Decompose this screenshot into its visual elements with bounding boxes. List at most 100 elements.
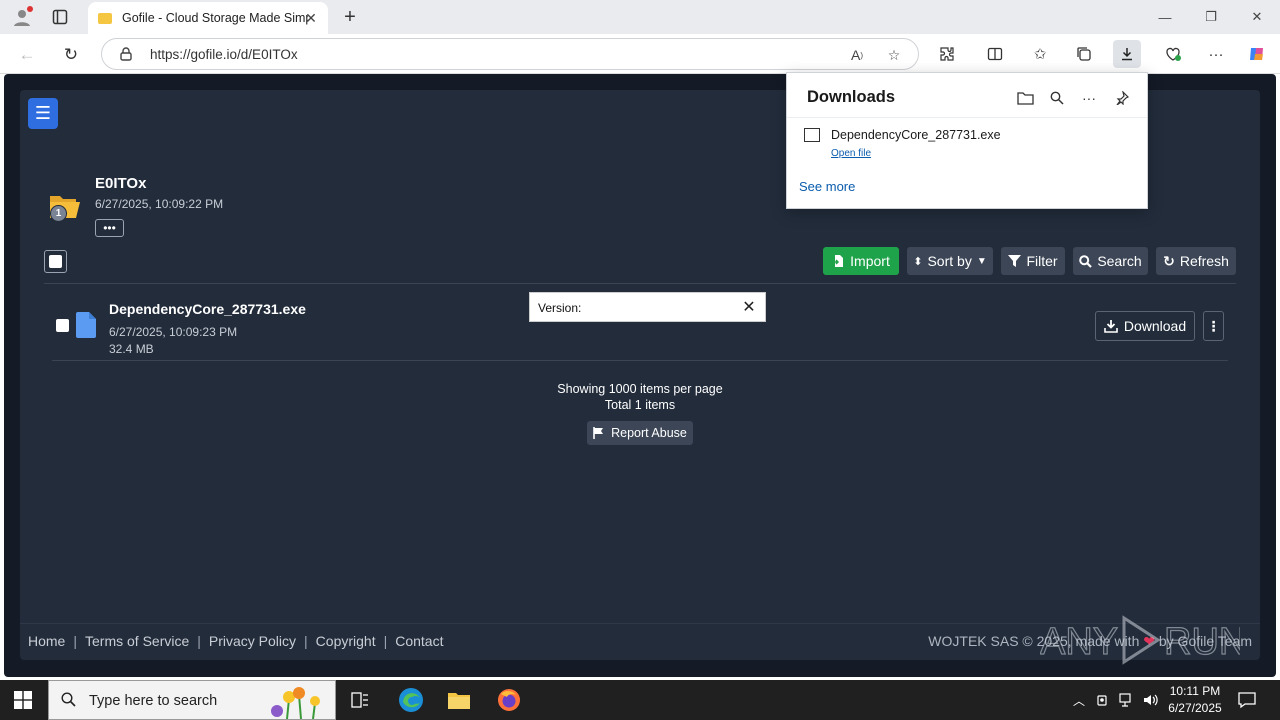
downloads-divider: [787, 117, 1147, 118]
notifications-icon[interactable]: [1238, 691, 1256, 709]
more-options-icon[interactable]: ···: [1078, 87, 1100, 109]
filter-button[interactable]: Filter: [1001, 247, 1065, 275]
search-downloads-icon[interactable]: [1046, 87, 1068, 109]
sort-icon: ⬍: [913, 255, 923, 268]
copilot-icon[interactable]: [1243, 40, 1271, 68]
folder-date: 6/27/2025, 10:09:22 PM: [95, 197, 224, 211]
tab-close-icon[interactable]: ✕: [302, 9, 320, 27]
folder-count-badge: 1: [50, 205, 67, 222]
flag-icon: [593, 427, 604, 439]
search-placeholder: Type here to search: [89, 693, 218, 709]
see-more-link[interactable]: See more: [799, 179, 855, 194]
copyright-team: by Gofile Team: [1158, 633, 1252, 649]
footer-link-contact[interactable]: Contact: [395, 633, 443, 649]
sort-by-label: Sort by: [927, 253, 972, 269]
back-icon[interactable]: ←: [14, 42, 40, 68]
refresh-button[interactable]: ↻ Refresh: [1156, 247, 1236, 275]
downloaded-file-name[interactable]: DependencyCore_287731.exe: [831, 128, 1001, 142]
performance-icon[interactable]: [1159, 40, 1187, 68]
meet-now-icon[interactable]: [1095, 692, 1111, 708]
caret-down-icon: ▼: [976, 255, 987, 267]
windows-taskbar: Type here to search ︿ 10:11 PM 6/27/2025: [0, 680, 1280, 720]
file-size: 32.4 MB: [109, 342, 154, 356]
profile-icon[interactable]: [10, 5, 34, 29]
file-row-checkbox[interactable]: [56, 319, 69, 332]
search-icon: [1079, 254, 1093, 268]
settings-more-icon[interactable]: ···: [1202, 40, 1230, 68]
downloads-icon[interactable]: [1113, 40, 1141, 68]
footer-link-terms[interactable]: Terms of Service: [85, 633, 189, 649]
version-popup: Version: ✕: [529, 292, 766, 322]
restore-icon[interactable]: ❐: [1196, 6, 1226, 28]
tab-actions-icon[interactable]: [48, 5, 72, 29]
taskbar-search-input[interactable]: Type here to search: [48, 680, 336, 720]
open-file-link[interactable]: Open file: [831, 148, 871, 159]
file-name[interactable]: DependencyCore_287731.exe: [109, 301, 306, 317]
file-icon: [76, 312, 96, 338]
footer-link-home[interactable]: Home: [28, 633, 65, 649]
flowers-decoration-icon: [271, 687, 320, 719]
tab-title: Gofile - Cloud Storage Made Simple: [122, 11, 308, 25]
url-text: https://gofile.io/d/E0ITOx: [150, 47, 298, 62]
show-hidden-icons-icon[interactable]: ︿: [1071, 692, 1087, 708]
search-label: Search: [1097, 253, 1142, 269]
browser-tab[interactable]: Gofile - Cloud Storage Made Simple ✕: [88, 2, 328, 34]
lock-icon[interactable]: [118, 46, 134, 62]
copyright-text: WOJTEK SAS © 2025, made with: [928, 633, 1140, 649]
clock-date[interactable]: 6/27/2025: [1160, 701, 1230, 715]
footer-link-copyright[interactable]: Copyright: [316, 633, 376, 649]
browser-address-bar: ← ↻ https://gofile.io/d/E0ITOx A) ☆ ✩ ··…: [0, 34, 1280, 74]
list-divider: [44, 283, 1236, 284]
firefox-icon[interactable]: [494, 686, 524, 714]
pin-icon[interactable]: [1111, 87, 1133, 109]
import-icon: [832, 255, 844, 267]
folder-name: E0ITOx: [95, 175, 147, 192]
refresh-icon: ↻: [1163, 252, 1175, 269]
version-label: Version:: [538, 301, 582, 315]
search-button[interactable]: Search: [1073, 247, 1148, 275]
close-icon[interactable]: ✕: [739, 297, 759, 317]
download-button[interactable]: Download: [1095, 311, 1195, 341]
new-tab-icon[interactable]: +: [338, 5, 362, 29]
filter-icon: [1008, 254, 1022, 267]
reload-icon[interactable]: ↻: [58, 42, 84, 68]
import-button[interactable]: Import: [823, 247, 899, 275]
file-explorer-icon[interactable]: [444, 686, 474, 714]
clock-time[interactable]: 10:11 PM: [1165, 684, 1225, 698]
read-aloud-icon[interactable]: A): [847, 45, 867, 65]
network-icon[interactable]: [1119, 692, 1135, 708]
folder-more-button[interactable]: •••: [95, 219, 124, 237]
footer-copyright: WOJTEK SAS © 2025, made with ❤ by Gofile…: [928, 633, 1252, 650]
split-screen-icon[interactable]: [981, 40, 1009, 68]
footer-separator: |: [73, 633, 77, 649]
download-icon: [1104, 320, 1118, 333]
checkbox-box: [56, 319, 69, 332]
hamburger-menu-button[interactable]: ☰: [28, 98, 58, 129]
footer-link-privacy[interactable]: Privacy Policy: [209, 633, 296, 649]
filter-label: Filter: [1026, 253, 1058, 269]
footer-links: Home | Terms of Service | Privacy Policy…: [28, 633, 443, 649]
sort-by-button[interactable]: ⬍ Sort by ▼: [907, 247, 993, 275]
url-input[interactable]: https://gofile.io/d/E0ITOx A) ☆: [101, 38, 919, 70]
task-view-icon[interactable]: [345, 686, 375, 714]
footer-separator: |: [304, 633, 308, 649]
report-abuse-button[interactable]: Report Abuse: [587, 421, 693, 445]
favorite-star-icon[interactable]: ☆: [884, 45, 904, 65]
volume-icon[interactable]: [1143, 692, 1159, 708]
windows-start-icon[interactable]: [14, 691, 32, 709]
minimize-icon[interactable]: —: [1150, 6, 1180, 28]
edge-browser-icon[interactable]: [396, 686, 426, 714]
window-close-icon[interactable]: ✕: [1242, 6, 1272, 28]
open-folder-icon[interactable]: [1014, 87, 1036, 109]
gofile-favicon-icon: [98, 12, 112, 24]
extensions-icon[interactable]: [933, 40, 961, 68]
import-label: Import: [850, 253, 890, 269]
favorites-icon[interactable]: ✩: [1026, 40, 1054, 68]
collections-icon[interactable]: [1070, 40, 1098, 68]
browser-tab-bar: Gofile - Cloud Storage Made Simple ✕ + —…: [0, 0, 1280, 34]
file-more-options-button[interactable]: ⋮: [1203, 311, 1224, 341]
footer-separator: |: [383, 633, 388, 649]
select-all-checkbox[interactable]: [44, 250, 67, 273]
refresh-label: Refresh: [1179, 253, 1229, 269]
download-label: Download: [1123, 318, 1187, 334]
